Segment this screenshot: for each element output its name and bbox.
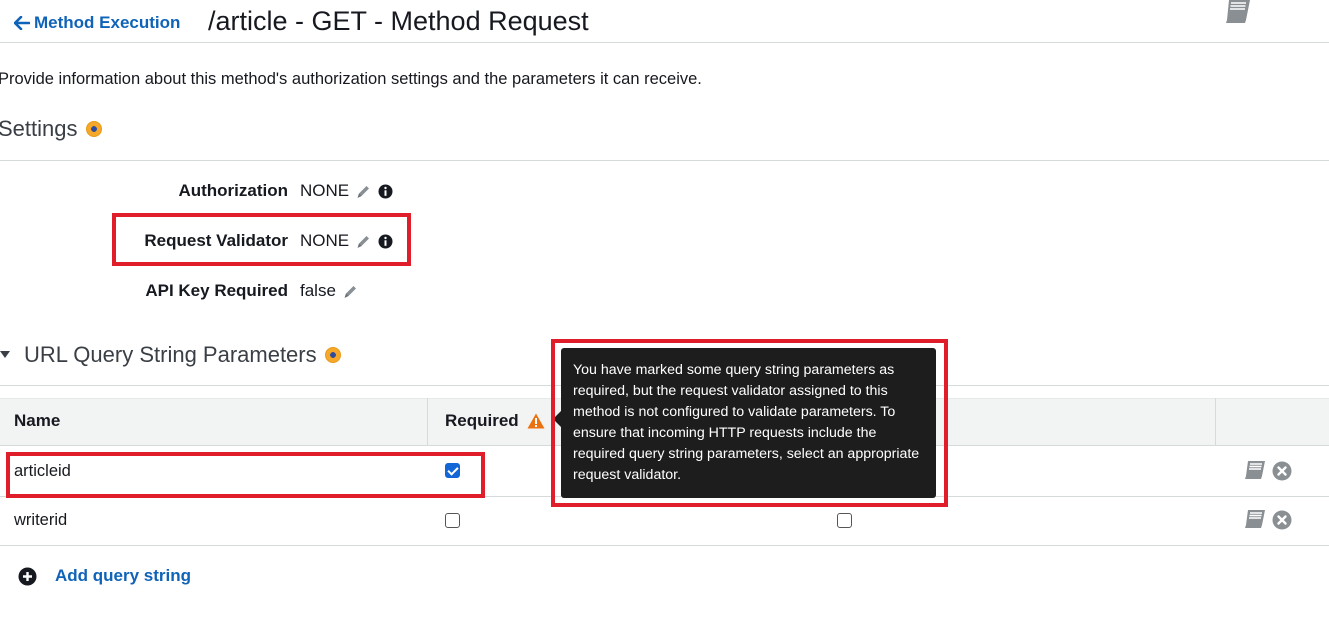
info-circle-icon[interactable] <box>378 184 393 199</box>
pencil-edit-icon[interactable] <box>356 184 371 199</box>
info-dot-icon[interactable] <box>324 347 341 363</box>
documentation-book-icon[interactable] <box>1244 461 1266 480</box>
authorization-value: NONE <box>300 181 350 200</box>
query-params-heading: URL Query String Parameters <box>24 342 317 367</box>
plus-circle-icon[interactable] <box>18 567 37 586</box>
authorization-value-row: NONE <box>300 181 393 201</box>
caret-down-icon[interactable] <box>0 351 10 359</box>
header-divider <box>0 42 1329 43</box>
settings-heading: Settings <box>0 116 102 142</box>
page-title: /article - GET - Method Request <box>208 6 589 36</box>
arrow-left-icon <box>14 16 30 30</box>
remove-circle-icon[interactable] <box>1272 461 1292 481</box>
pencil-edit-icon[interactable] <box>343 284 358 299</box>
info-dot-icon[interactable] <box>85 121 102 137</box>
api-key-required-value: false <box>300 281 336 300</box>
add-query-string-label[interactable]: Add query string <box>55 566 191 586</box>
method-execution-back-link[interactable]: Method Execution <box>14 13 180 33</box>
request-validator-label: Request Validator <box>144 231 288 250</box>
column-header-required: Required <box>445 411 545 431</box>
settings-divider <box>0 160 1329 161</box>
column-header-name: Name <box>14 411 61 430</box>
info-circle-icon[interactable] <box>378 234 393 249</box>
required-checkbox[interactable] <box>445 513 460 528</box>
warning-triangle-icon[interactable] <box>527 413 545 429</box>
column-divider <box>427 398 428 446</box>
request-validator-value: NONE <box>300 231 350 250</box>
articleid-row-highlight <box>6 452 485 498</box>
remove-circle-icon[interactable] <box>1272 510 1292 530</box>
pencil-edit-icon[interactable] <box>356 234 371 249</box>
api-key-required-value-row: false <box>300 281 358 301</box>
add-query-string-link[interactable]: Add query string <box>18 566 191 586</box>
tooltip-highlight <box>551 339 948 507</box>
column-divider <box>1215 398 1216 446</box>
authorization-label: Authorization <box>178 181 288 200</box>
caching-checkbox[interactable] <box>837 513 852 528</box>
request-validator-value-row: NONE <box>300 231 393 251</box>
column-header-required-label: Required <box>445 411 519 430</box>
row-divider <box>0 545 1329 546</box>
page-description: Provide information about this method's … <box>0 70 702 88</box>
documentation-book-icon[interactable] <box>1244 510 1266 529</box>
api-key-required-label: API Key Required <box>145 281 288 300</box>
back-link-label[interactable]: Method Execution <box>34 13 180 33</box>
param-name-cell[interactable]: writerid <box>14 511 67 530</box>
settings-heading-label: Settings <box>0 116 78 141</box>
query-params-section-toggle[interactable]: URL Query String Parameters <box>0 342 341 368</box>
documentation-book-icon[interactable] <box>1224 0 1252 24</box>
